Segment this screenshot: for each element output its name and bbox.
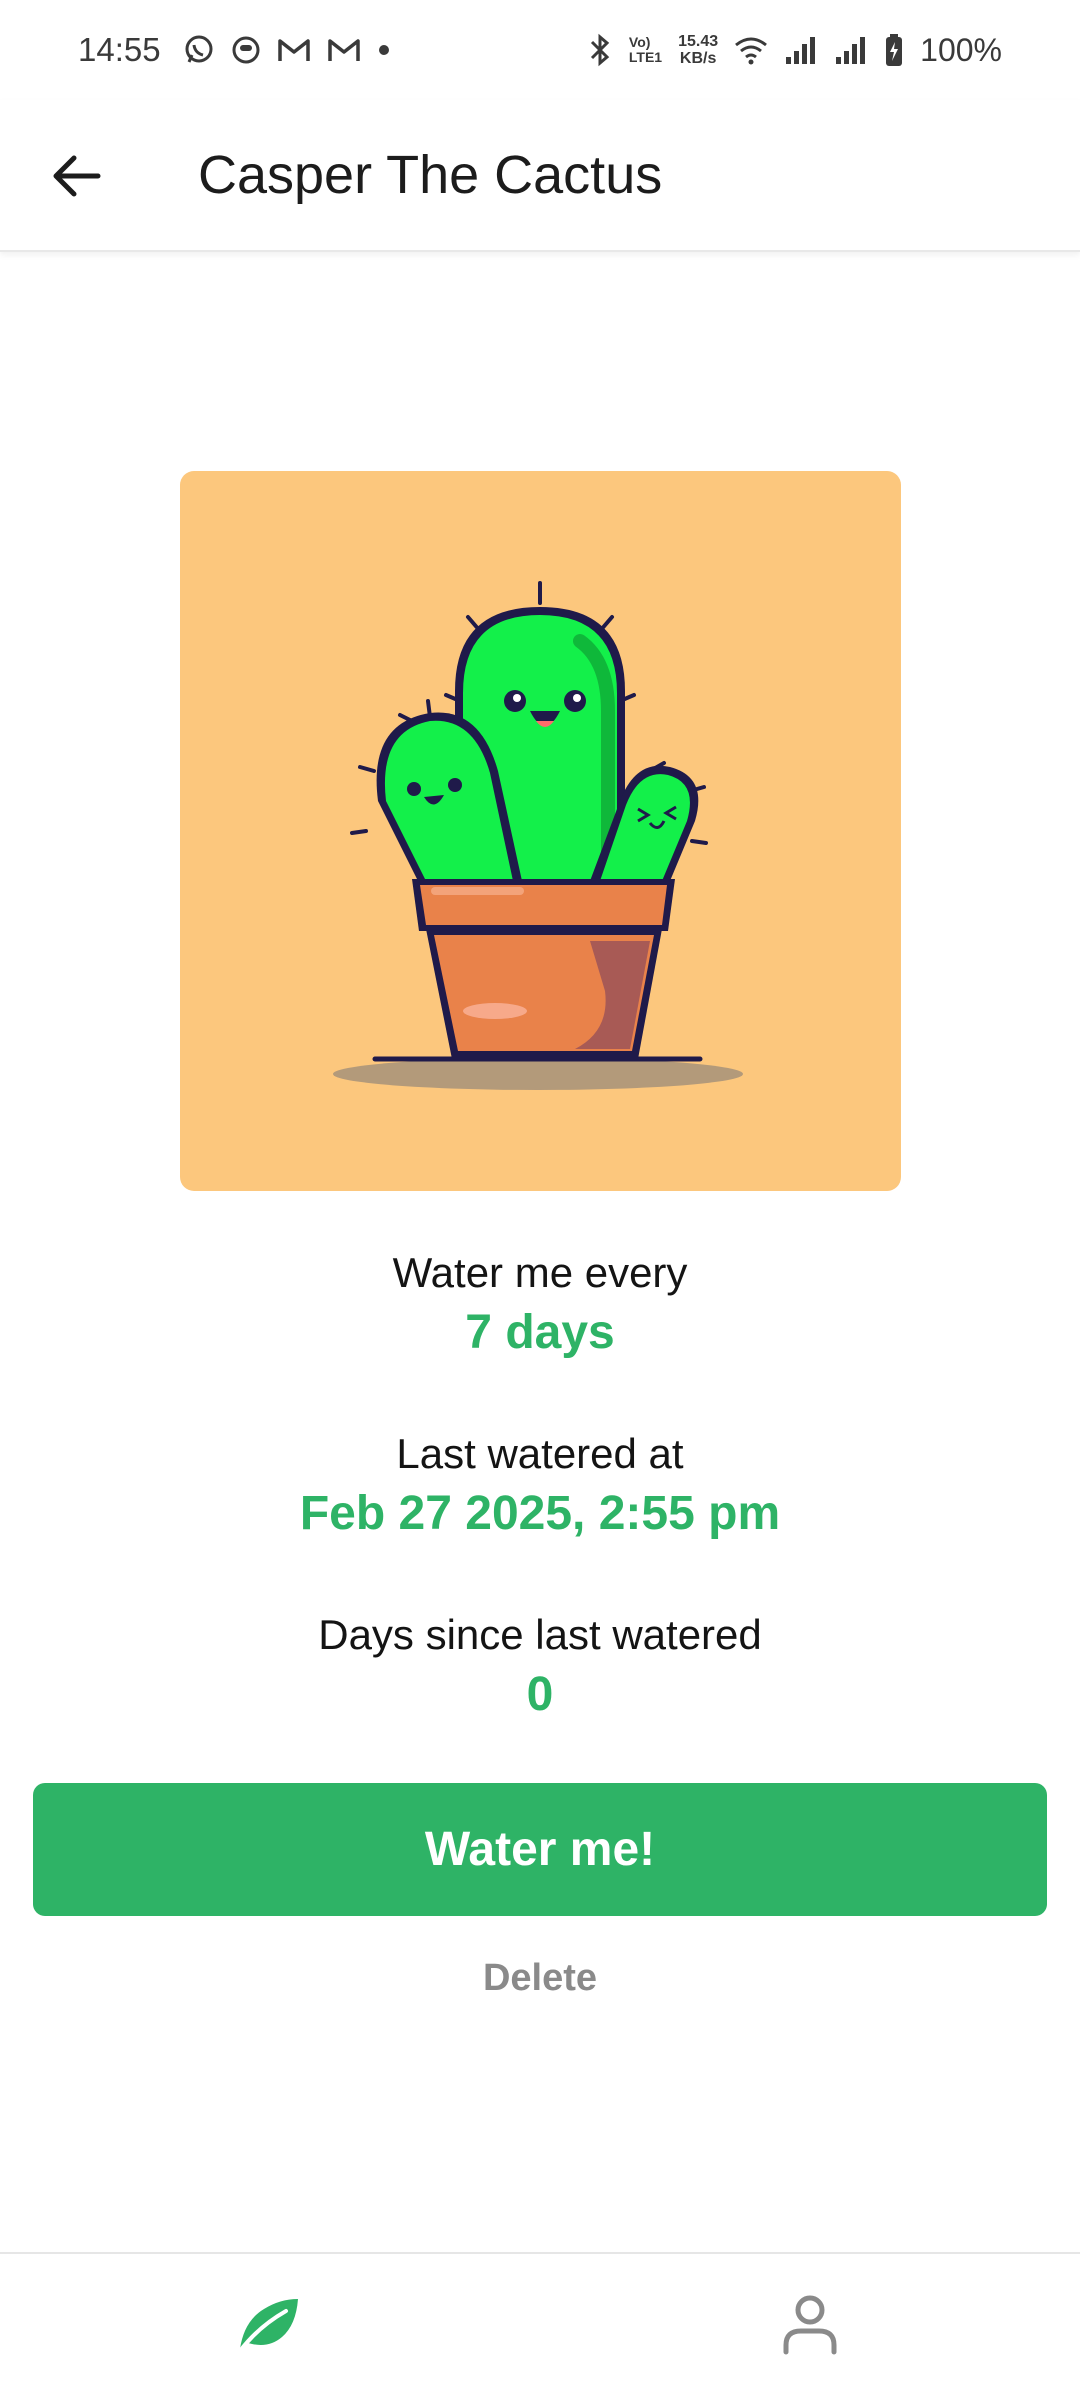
delete-button[interactable]: Delete: [400, 1950, 680, 2006]
lte-top: Vo): [628, 34, 651, 50]
page-title: Casper The Cactus: [198, 145, 663, 205]
lte-indicator: Vo) LTE1: [629, 35, 662, 65]
signal-icon: [784, 35, 818, 65]
water-me-button[interactable]: Water me!: [33, 1783, 1047, 1916]
status-left: 14:55: [78, 31, 391, 69]
status-bar: 14:55 Vo) LTE1 15.43 KB/s 100%: [0, 0, 1080, 100]
cactus-illustration: [333, 581, 743, 1090]
signal-icon: [834, 35, 868, 65]
last-watered: Last watered at Feb 27 2025, 2:55 pm: [0, 1428, 1080, 1544]
dot-icon: [377, 43, 391, 57]
watering-frequency: Water me every 7 days: [0, 1247, 1080, 1363]
days-since-label: Days since last watered: [318, 1611, 762, 1658]
arrow-left-icon: [53, 155, 101, 197]
bottom-navigation: [0, 2252, 1080, 2388]
frequency-value: 7 days: [465, 1306, 615, 1359]
app-bar: Casper The Cactus: [0, 100, 1080, 252]
status-right: Vo) LTE1 15.43 KB/s 100%: [587, 32, 1002, 69]
net-speed: 15.43 KB/s: [678, 33, 718, 67]
frequency-label: Water me every: [392, 1249, 688, 1296]
bluetooth-icon: [587, 33, 613, 67]
nav-plants[interactable]: [188, 2274, 348, 2374]
net-speed-value: 15.43: [678, 33, 719, 50]
gmail-icon: [277, 37, 311, 63]
back-button[interactable]: [40, 140, 112, 212]
last-watered-value: Feb 27 2025, 2:55 pm: [299, 1487, 781, 1540]
nav-profile[interactable]: [730, 2274, 890, 2374]
net-speed-unit: KB/s: [679, 50, 717, 67]
plant-image: [180, 471, 901, 1191]
battery-icon: [884, 33, 904, 67]
status-time: 14:55: [78, 31, 161, 68]
days-since-watered: Days since last watered 0: [0, 1609, 1080, 1725]
leaf-icon: [238, 2299, 298, 2353]
gmail-icon: [327, 37, 361, 63]
last-watered-label: Last watered at: [396, 1430, 684, 1477]
days-since-value: 0: [526, 1668, 554, 1721]
app-icon: [231, 35, 261, 65]
whatsapp-icon: [183, 34, 215, 66]
wifi-icon: [734, 35, 768, 65]
person-icon: [783, 2295, 837, 2355]
lte-bottom: LTE1: [628, 49, 663, 65]
battery-percentage: 100%: [920, 31, 1002, 68]
